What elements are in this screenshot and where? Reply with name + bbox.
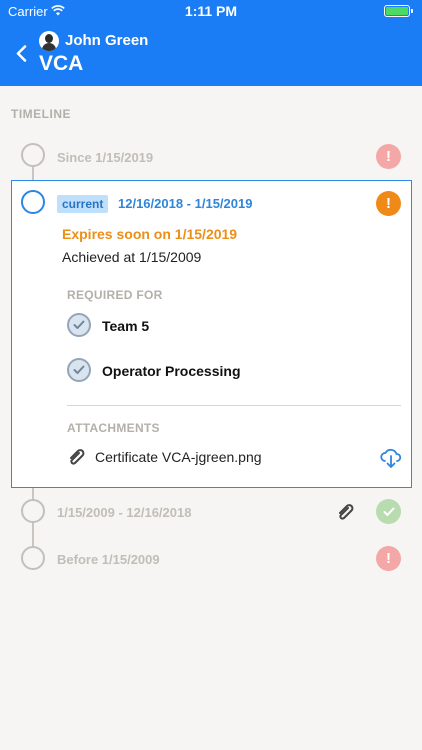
warning-status-icon: !: [376, 546, 401, 571]
timeline-entry-text[interactable]: Before 1/15/2009: [57, 552, 160, 567]
timeline-node: [21, 546, 45, 570]
required-item[interactable]: Team 5: [102, 318, 149, 334]
timeline-entry-text[interactable]: Since 1/15/2019: [57, 150, 153, 165]
nav-header: Carrier 1:11 PM John Green VCA: [0, 0, 422, 86]
current-date-range: 12/16/2018 - 1/15/2019: [118, 196, 253, 211]
paperclip-icon: [339, 504, 354, 520]
cloud-download-icon[interactable]: [379, 446, 403, 470]
timeline-node: [21, 499, 45, 523]
valid-status-icon: [376, 499, 401, 524]
current-badge: current: [57, 195, 109, 213]
warning-status-icon: !: [376, 191, 401, 216]
checkmark-icon: [67, 313, 91, 337]
current-period-card: current 12/16/2018 - 1/15/2019 Expires s…: [11, 180, 412, 488]
page-title: VCA: [39, 52, 84, 75]
expires-text: Expires soon on 1/15/2019: [62, 226, 238, 242]
checkmark-icon: [67, 358, 91, 382]
status-bar: Carrier 1:11 PM: [0, 0, 422, 22]
timeline-entry-text[interactable]: 1/15/2009 - 12/16/2018: [57, 505, 191, 520]
avatar: [39, 31, 59, 51]
user-name: John Green: [65, 32, 149, 49]
timeline-node-current: [21, 190, 45, 214]
battery-icon: [384, 5, 413, 17]
attachments-label: ATTACHMENTS: [67, 421, 160, 435]
required-for-label: REQUIRED FOR: [67, 288, 163, 302]
achieved-text: Achieved at 1/15/2009: [62, 249, 202, 265]
attachment-filename[interactable]: Certificate VCA-jgreen.png: [95, 449, 262, 465]
back-chevron-icon: [16, 44, 26, 62]
timeline-label: TIMELINE: [11, 107, 71, 121]
back-button[interactable]: [10, 40, 32, 66]
timeline-node: [21, 143, 45, 167]
required-item[interactable]: Operator Processing: [102, 363, 241, 379]
paperclip-icon: [70, 449, 85, 465]
warning-status-icon: !: [376, 144, 401, 169]
clock: 1:11 PM: [184, 3, 238, 19]
divider: [67, 405, 401, 406]
